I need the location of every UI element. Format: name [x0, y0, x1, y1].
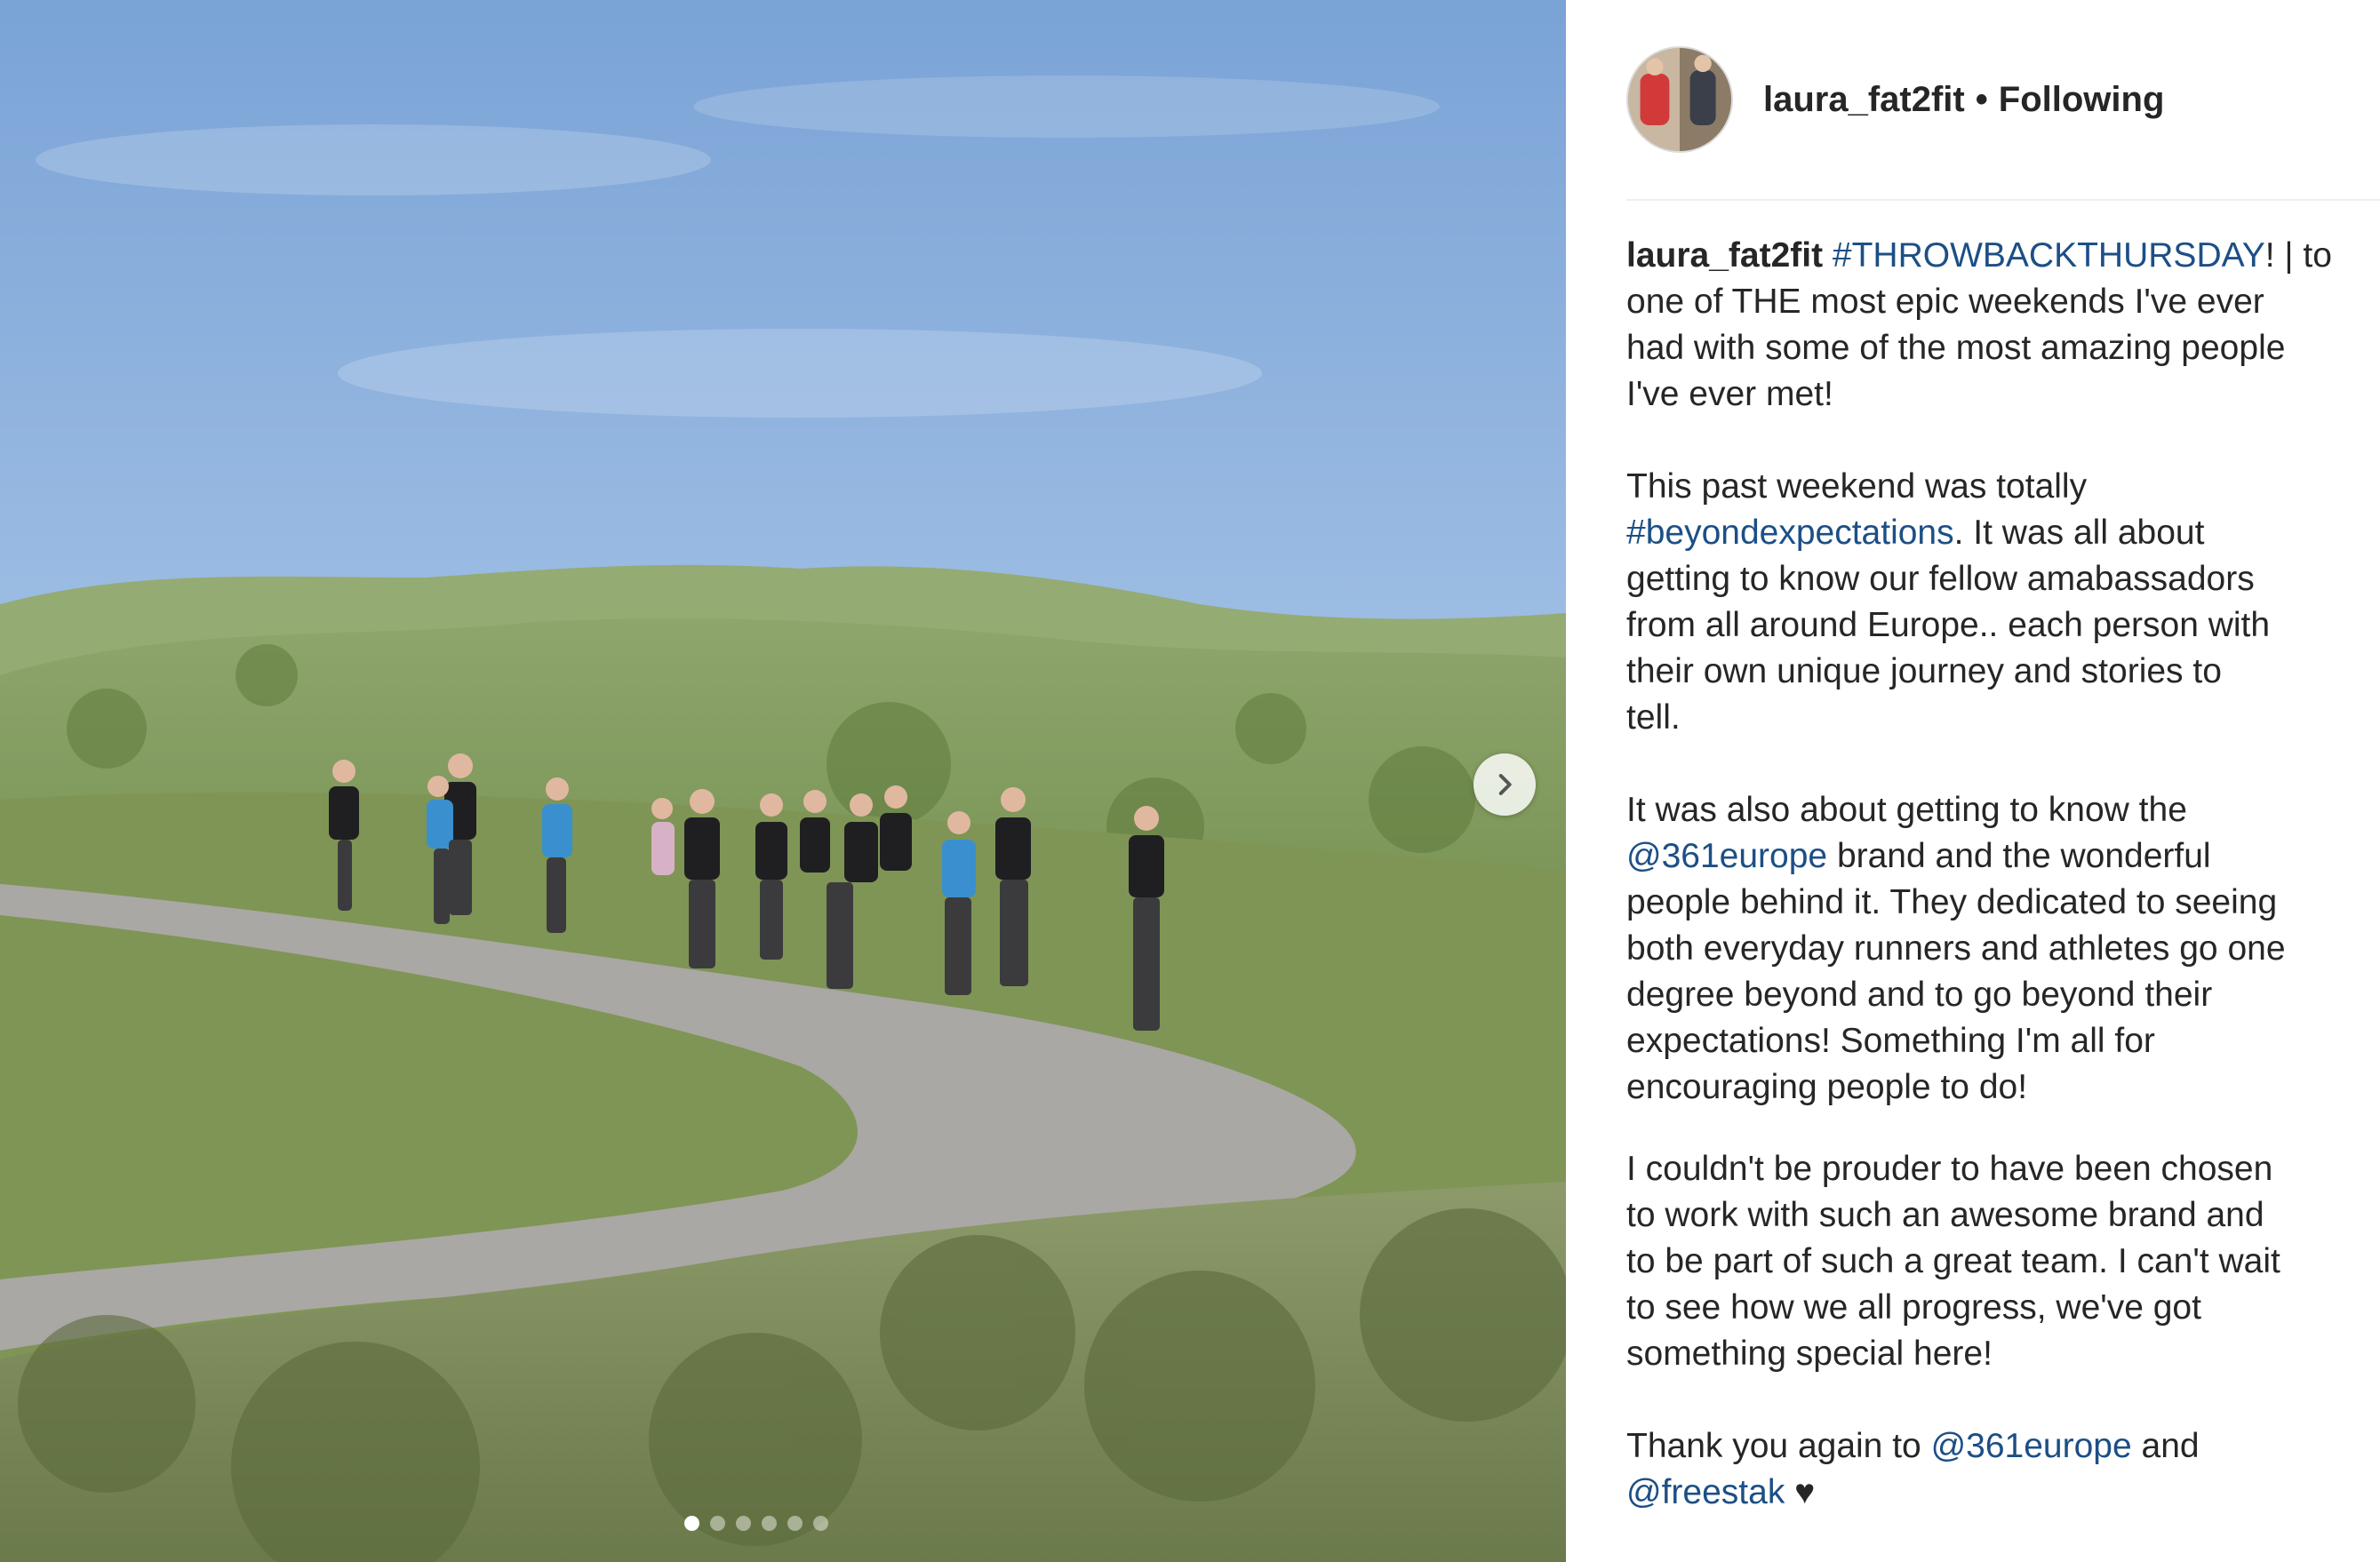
caption-username[interactable]: laura_fat2fit: [1626, 236, 1823, 275]
caption-text: both everyday runners and athletes go on…: [1626, 929, 2286, 968]
caption-text: had with some of the most amazing people: [1626, 329, 2286, 367]
mention-link[interactable]: @361europe: [1931, 1427, 2132, 1465]
caption-paragraph: laura_fat2fit #THROWBACKTHURSDAY! | to o…: [1626, 233, 2337, 418]
caption-text: one of THE most epic weekends I've ever: [1626, 283, 2264, 321]
caption-text: tell.: [1626, 698, 1681, 737]
caption-text: . It was all about: [1953, 514, 2205, 552]
header-username[interactable]: laura_fat2fit: [1763, 80, 1965, 119]
instagram-post: laura_fat2fit • Following laura_fat2fit #T…: [0, 0, 2380, 1562]
mention-link[interactable]: @freestak: [1626, 1473, 1785, 1511]
caption-text: encouraging people to do!: [1626, 1068, 2028, 1106]
chevron-right-icon: [1498, 774, 1512, 795]
caption-paragraph: It was also about getting to know the @3…: [1626, 787, 2337, 1111]
hashtag-link[interactable]: #THROWBACKTHURSDAY: [1833, 236, 2265, 275]
caption-text: to work with such an awesome brand and: [1626, 1196, 2264, 1234]
post-header: laura_fat2fit • Following: [1626, 39, 2380, 201]
carousel-dot[interactable]: [736, 1516, 751, 1531]
caption-text: and: [2131, 1427, 2200, 1465]
caption-text: their own unique journey and stories to: [1626, 652, 2222, 690]
hashtag-link[interactable]: #beyondexpectations: [1626, 514, 1954, 552]
carousel-dot[interactable]: [684, 1516, 699, 1531]
following-button[interactable]: Following: [1999, 80, 2165, 119]
caption-text: I've ever met!: [1626, 375, 1833, 413]
caption-text: This past weekend was totally: [1626, 467, 2088, 506]
caption-text: to see how we all progress, we've got: [1626, 1288, 2201, 1327]
post-caption: laura_fat2fit #THROWBACKTHURSDAY! | to o…: [1626, 233, 2337, 1516]
caption-text: brand and the wonderful: [1827, 837, 2211, 875]
post-photo[interactable]: [0, 0, 1566, 1562]
caption-text: to be part of such a great team. I can't…: [1626, 1242, 2280, 1280]
heart-emoji: ♥: [1785, 1473, 1816, 1511]
runners-dune-photo: [0, 0, 1566, 1562]
caption-paragraph: This past weekend was totally #beyondexp…: [1626, 464, 2337, 741]
caption-paragraph: Thank you again to @361europe and @frees…: [1626, 1423, 2337, 1516]
caption-text: people behind it. They dedicated to seei…: [1626, 883, 2278, 921]
caption-paragraph: I couldn't be prouder to have been chose…: [1626, 1146, 2337, 1377]
caption-text: Thank you again to: [1626, 1427, 1931, 1465]
caption-text: expectations! Something I'm all for: [1626, 1022, 2155, 1060]
caption-text: degree beyond and to go beyond their: [1626, 976, 2213, 1014]
caption-text: I couldn't be prouder to have been chose…: [1626, 1150, 2273, 1188]
caption-text: something special here!: [1626, 1335, 1993, 1373]
carousel-dot[interactable]: [813, 1516, 828, 1531]
carousel-dot[interactable]: [762, 1516, 777, 1531]
separator-dot: •: [1975, 80, 1988, 119]
caption-text: ! | to: [2264, 236, 2332, 275]
caption-text: from all around Europe.. each person wit…: [1626, 606, 2271, 644]
carousel-dot[interactable]: [787, 1516, 803, 1531]
next-slide-button[interactable]: [1474, 753, 1536, 816]
profile-photo: [1628, 48, 1731, 151]
avatar[interactable]: [1626, 46, 1733, 153]
carousel-dot[interactable]: [710, 1516, 725, 1531]
caption-text: getting to know our fellow amabassadors: [1626, 560, 2255, 598]
caption-text: It was also about getting to know the: [1626, 791, 2187, 829]
post-side-panel: laura_fat2fit • Following laura_fat2fit #T…: [1566, 0, 2380, 1562]
mention-link[interactable]: @361europe: [1626, 837, 1827, 875]
carousel-indicators: [684, 1516, 828, 1531]
